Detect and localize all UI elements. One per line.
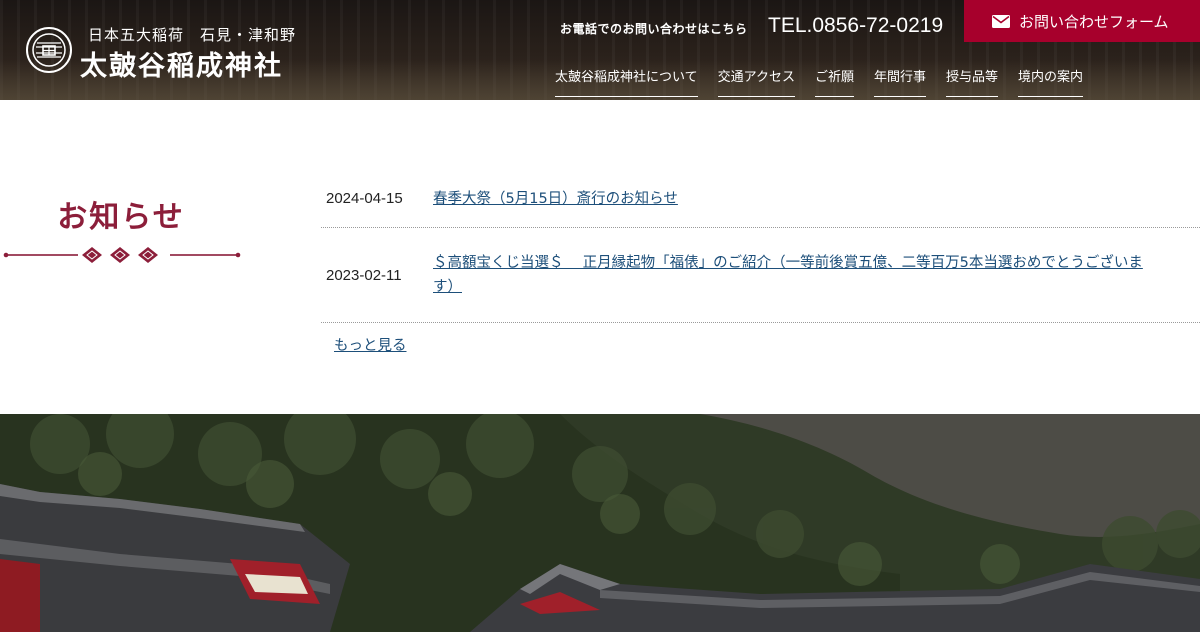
phone-inquiry-note: お電話でのお問い合わせはこちら bbox=[560, 22, 748, 36]
logo-site-name: 太皷谷稲成神社 bbox=[80, 51, 283, 82]
contact-form-label: お問い合わせフォーム bbox=[1019, 12, 1169, 31]
contact-form-button[interactable]: お問い合わせフォーム bbox=[964, 0, 1200, 42]
news-link-text: 春季大祭（5月15日）斎行のお知らせ bbox=[433, 190, 678, 207]
nav-item-prayer[interactable]: ご祈願 bbox=[814, 66, 854, 97]
news-item: 2024-04-15 春季大祭（5月15日）斎行のお知らせ bbox=[321, 170, 1200, 228]
phone-number[interactable]: TEL.0856-72-0219 bbox=[768, 14, 943, 38]
site-logo[interactable]: 日本五大稲荷 石見・津和野 太皷谷稲成神社 bbox=[26, 24, 326, 82]
news-link-text: す） bbox=[433, 279, 462, 295]
news-link[interactable]: ＄高額宝くじ当選＄ 正月縁起物「福俵」のご紹介（一等前後賞五億、二等百万5本当選… bbox=[433, 251, 1200, 299]
heading-ornament bbox=[2, 244, 242, 266]
shrine-photo bbox=[0, 414, 1200, 632]
logo-subtitle: 日本五大稲荷 石見・津和野 bbox=[88, 26, 297, 44]
news-date: 2023-02-11 bbox=[326, 266, 402, 284]
shrine-crest-icon bbox=[26, 27, 72, 73]
nav-item-access[interactable]: 交通アクセス bbox=[717, 66, 795, 97]
nav-item-about[interactable]: 太皷谷稲成神社について bbox=[555, 66, 698, 97]
news-date: 2024-04-15 bbox=[326, 190, 403, 207]
more-news-link[interactable]: もっと見る bbox=[334, 334, 407, 355]
envelope-icon bbox=[992, 14, 1010, 28]
nav-item-precinct-guide[interactable]: 境内の案内 bbox=[1018, 66, 1084, 97]
site-header: 日本五大稲荷 石見・津和野 太皷谷稲成神社 お電話でのお問い合わせはこちら TE… bbox=[0, 0, 1200, 100]
news-item: 2023-02-11 ＄高額宝くじ当選＄ 正月縁起物「福俵」のご紹介（一等前後賞… bbox=[321, 228, 1200, 323]
main-navigation: 太皷谷稲成神社について 交通アクセス ご祈願 年間行事 授与品等 境内の案内 bbox=[555, 66, 1084, 97]
nav-item-amulets[interactable]: 授与品等 bbox=[946, 66, 999, 97]
news-link-text: ＄高額宝くじ当選＄ 正月縁起物「福俵」のご紹介（一等前後賞五億、二等百万5本当選… bbox=[433, 255, 1143, 271]
news-link[interactable]: 春季大祭（5月15日）斎行のお知らせ bbox=[433, 187, 1200, 211]
news-heading: お知らせ bbox=[57, 200, 185, 235]
nav-item-annual-events[interactable]: 年間行事 bbox=[874, 66, 927, 97]
news-list: 2024-04-15 春季大祭（5月15日）斎行のお知らせ 2023-02-11… bbox=[321, 170, 1200, 323]
